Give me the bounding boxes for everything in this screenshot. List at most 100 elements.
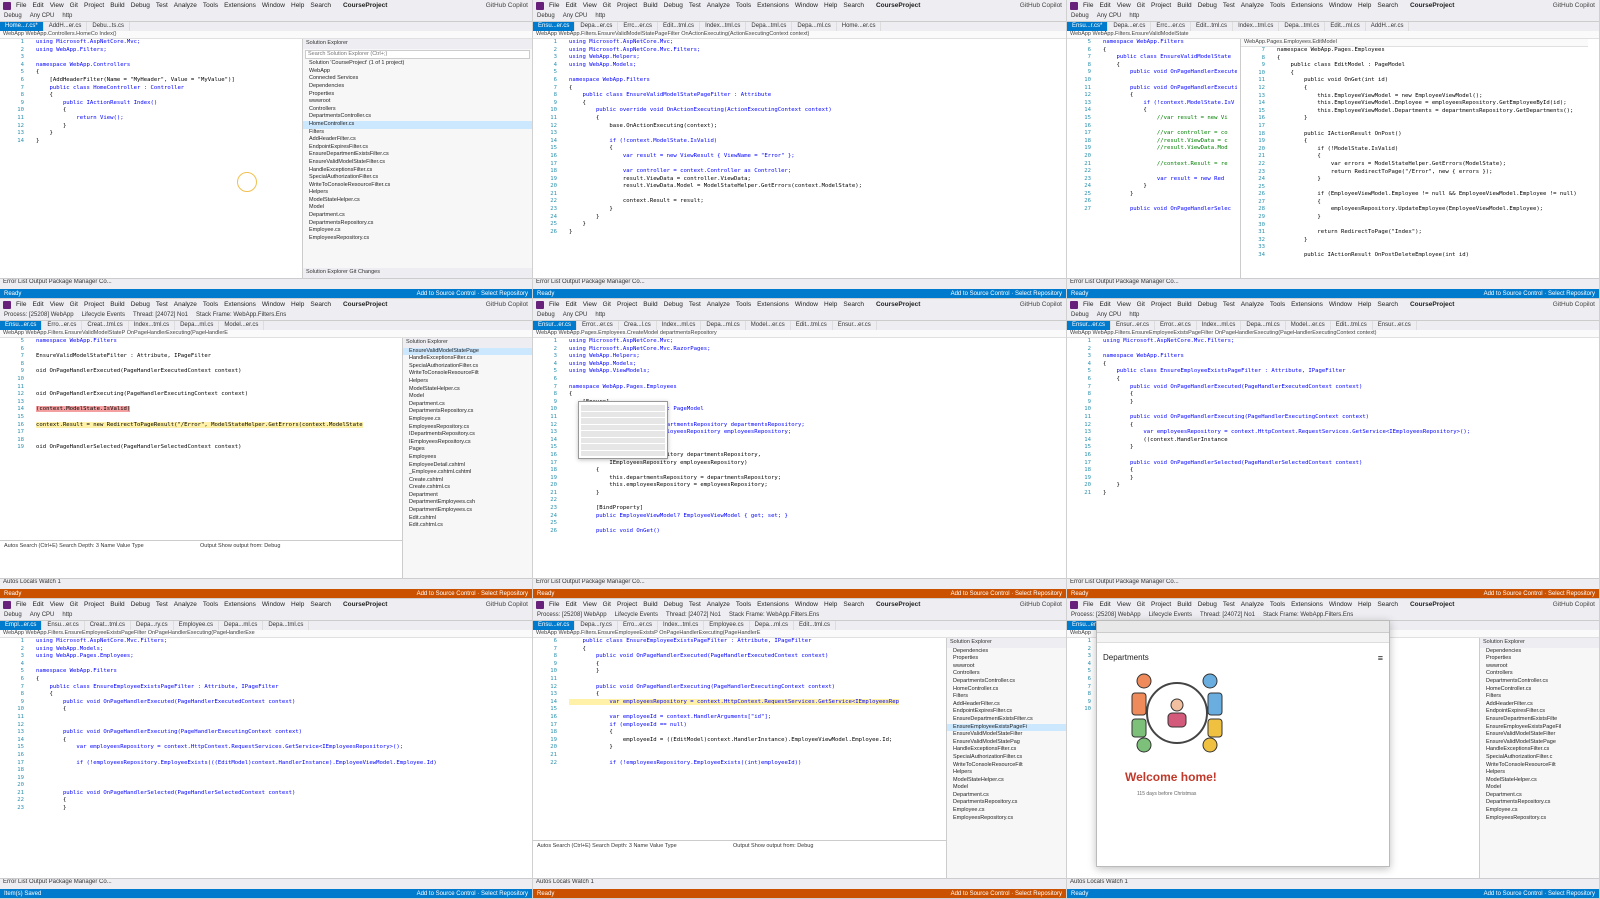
document-tab[interactable]: Debu...ts.cs xyxy=(87,22,131,31)
select-repository[interactable]: Select Repository xyxy=(1548,291,1595,297)
menu-item[interactable]: File xyxy=(16,2,26,9)
menu-item[interactable]: Debug xyxy=(1198,601,1217,608)
tree-item[interactable]: DepartmentsRepository.cs xyxy=(1480,799,1599,807)
menu-item[interactable]: Build xyxy=(1177,601,1191,608)
menu-item[interactable]: Window xyxy=(795,301,818,308)
tree-item[interactable]: ModelStateHelper.cs xyxy=(1480,777,1599,785)
menu-item[interactable]: Project xyxy=(84,301,104,308)
debug-location-item[interactable]: Stack Frame: WebApp.Filters.Ens xyxy=(1263,612,1353,618)
document-tab[interactable]: Model...er.cs xyxy=(219,321,265,330)
tree-item[interactable]: IEmployeesRepository.cs xyxy=(403,439,532,447)
tree-item[interactable]: EmployeesRepository.cs xyxy=(303,235,532,243)
menu-item[interactable]: Project xyxy=(1151,601,1171,608)
intellisense-item[interactable] xyxy=(581,405,665,411)
document-tab[interactable]: Ensur...er.cs xyxy=(1067,321,1112,330)
toolbar-dropdown[interactable]: Any CPU xyxy=(30,13,55,19)
tree-item[interactable]: Controllers xyxy=(947,670,1066,678)
source-control-status[interactable]: Add to Source Control · Select Repositor… xyxy=(1484,891,1595,897)
menu-item[interactable]: Edit xyxy=(565,601,576,608)
tree-item[interactable]: Department.cs xyxy=(947,792,1066,800)
add-source-control[interactable]: Add to Source Control xyxy=(951,591,1010,597)
document-tab[interactable]: Employee.cs xyxy=(704,621,750,630)
document-tab[interactable]: Index...ml.cs xyxy=(657,321,702,330)
document-tab[interactable]: Creat...tml.cs xyxy=(82,321,129,330)
navigation-bar[interactable]: WebApp WebApp.Filters.EnsureEmployeeExis… xyxy=(0,630,532,638)
menu-item[interactable]: Help xyxy=(291,2,304,9)
navigation-bar[interactable]: WebApp WebApp.Controllers.HomeCo Index() xyxy=(0,31,532,39)
menu-item[interactable]: Project xyxy=(1151,2,1171,9)
source-control-status[interactable]: Add to Source Control · Select Repositor… xyxy=(951,891,1062,897)
menu-item[interactable]: Build xyxy=(643,301,657,308)
document-tab[interactable]: Ensur...er.cs xyxy=(1111,321,1156,330)
menu-item[interactable]: Help xyxy=(1358,301,1371,308)
menu-item[interactable]: Project xyxy=(84,2,104,9)
tree-item[interactable]: Solution 'CourseProject' (1 of 1 project… xyxy=(303,60,532,68)
document-tab[interactable]: Ensur...er.cs xyxy=(533,321,578,330)
toolbar-dropdown[interactable]: Debug xyxy=(1071,312,1089,318)
menu-item[interactable]: Analyze xyxy=(1241,2,1264,9)
menu-item[interactable]: Extensions xyxy=(1291,2,1323,9)
search-box[interactable]: Search xyxy=(843,301,864,308)
source-control-status[interactable]: Add to Source Control · Select Repositor… xyxy=(1484,591,1595,597)
document-tab[interactable]: Depa...tml.cs xyxy=(1279,22,1326,31)
menu-item[interactable]: Tools xyxy=(736,2,751,9)
tree-item[interactable]: HomeController.cs xyxy=(303,120,532,129)
menu-item[interactable]: Tools xyxy=(203,601,218,608)
menu-item[interactable]: Test xyxy=(1223,301,1235,308)
tree-item[interactable]: Pages xyxy=(403,446,532,454)
navigation-bar[interactable]: WebApp.Pages.Employees.EditModel xyxy=(1241,39,1588,47)
toolbar-dropdown[interactable]: http xyxy=(595,13,605,19)
toolbar-dropdown[interactable]: Any CPU xyxy=(1097,312,1122,318)
bottom-tool-tabs[interactable]: Error List Output Package Manager Co... xyxy=(533,578,1066,589)
menu-item[interactable]: Debug xyxy=(131,301,150,308)
document-tab[interactable]: Depa...tml.cs xyxy=(263,621,310,630)
menu-item[interactable]: Analyze xyxy=(174,301,197,308)
menu-item[interactable]: Window xyxy=(262,601,285,608)
tree-item[interactable]: Controllers xyxy=(303,106,532,114)
copilot-button[interactable]: GitHub Copilot xyxy=(1553,601,1595,608)
tree-item[interactable]: WebApp xyxy=(303,68,532,76)
tree-item[interactable]: EnsureValidModelStateFilter.cs xyxy=(303,159,532,167)
document-tab[interactable]: Edit...tml.cs xyxy=(1331,321,1373,330)
toolbar-dropdown[interactable]: http xyxy=(1129,312,1139,318)
select-repository[interactable]: Select Repository xyxy=(481,291,528,297)
copilot-button[interactable]: GitHub Copilot xyxy=(486,301,528,308)
menu-item[interactable]: File xyxy=(549,301,559,308)
tree-item[interactable]: Employees xyxy=(403,454,532,462)
tree-item[interactable]: WriteToConsoleResourceFilt xyxy=(947,762,1066,770)
menu-item[interactable]: Extensions xyxy=(757,601,789,608)
document-tab[interactable]: Depa...ml.cs xyxy=(750,621,794,630)
search-box[interactable]: Search xyxy=(843,601,864,608)
document-tab[interactable]: Ensu...r.cs* xyxy=(1067,22,1109,31)
tree-item[interactable]: wwwroot xyxy=(1480,663,1599,671)
select-repository[interactable]: Select Repository xyxy=(1548,591,1595,597)
copilot-button[interactable]: GitHub Copilot xyxy=(1553,2,1595,9)
tree-item[interactable]: EnsureValidModelStatePag xyxy=(947,739,1066,747)
tree-item[interactable]: SpecialAuthorizationFilter.cs xyxy=(947,754,1066,762)
debug-location-item[interactable]: Stack Frame: WebApp.Filters.Ens xyxy=(729,612,819,618)
menu-item[interactable]: Debug xyxy=(1198,301,1217,308)
code-editor[interactable]: 1 using Microsoft.AspNetCore.Mvc; 2 using W… xyxy=(0,39,298,278)
menu-item[interactable]: File xyxy=(16,301,26,308)
tree-item[interactable]: EnsureDepartmentExistsFilter.cs xyxy=(947,716,1066,724)
menu-item[interactable]: Git xyxy=(603,601,611,608)
menu-item[interactable]: Project xyxy=(84,601,104,608)
debug-location-item[interactable]: Thread: [24072] No1 xyxy=(666,612,721,618)
menu-item[interactable]: View xyxy=(583,301,597,308)
tree-item[interactable]: DepartmentsRepository.cs xyxy=(947,799,1066,807)
hamburger-menu-icon[interactable]: ≡ xyxy=(1378,653,1383,663)
tree-item[interactable]: EmployeesRepository.cs xyxy=(403,424,532,432)
menu-item[interactable]: Extensions xyxy=(224,301,256,308)
document-tab[interactable]: Index...tml.cs xyxy=(700,22,747,31)
tree-item[interactable]: Employee.cs xyxy=(303,227,532,235)
copilot-button[interactable]: GitHub Copilot xyxy=(1020,2,1062,9)
tree-item[interactable]: WriteToConsoleResourceFilter.cs xyxy=(303,182,532,190)
code-editor[interactable]: 1 using Microsoft.AspNetCore.Mvc.Filters;… xyxy=(1067,338,1587,578)
add-source-control[interactable]: Add to Source Control xyxy=(951,891,1010,897)
menu-item[interactable]: Test xyxy=(156,601,168,608)
menu-item[interactable]: Extensions xyxy=(757,301,789,308)
menu-item[interactable]: Window xyxy=(262,301,285,308)
menu-item[interactable]: Help xyxy=(291,601,304,608)
toolbar-dropdown[interactable]: http xyxy=(595,312,605,318)
intellisense-popup[interactable] xyxy=(578,401,668,459)
